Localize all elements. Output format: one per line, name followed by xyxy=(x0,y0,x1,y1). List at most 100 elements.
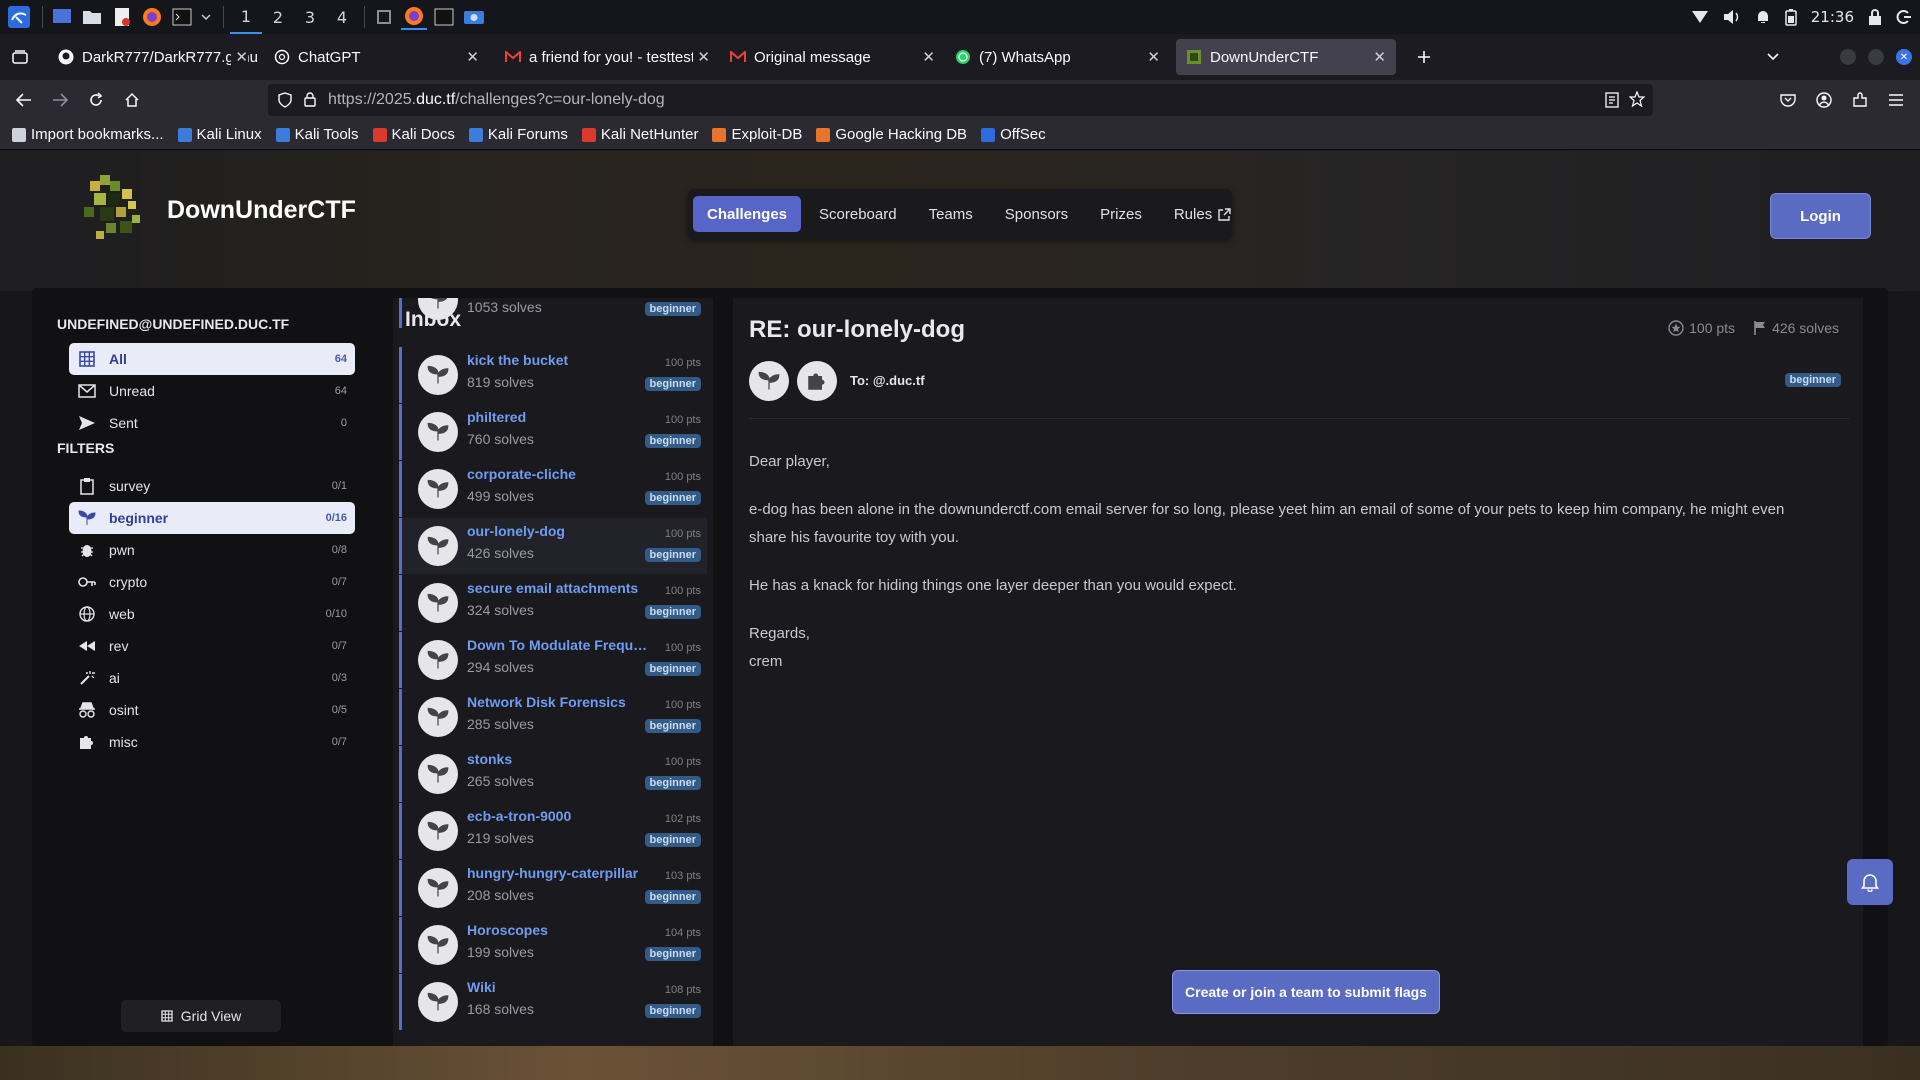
bookmark-item[interactable]: Kali Docs xyxy=(372,126,455,143)
show-desktop-icon[interactable] xyxy=(49,4,75,30)
battery-icon[interactable] xyxy=(1785,8,1797,26)
minimize-window-icon[interactable] xyxy=(1840,49,1856,65)
inbox-item[interactable]: philtered 760 solves 100 pts beginner xyxy=(399,404,707,460)
inbox-item[interactable]: Horoscopes 199 solves 104 pts beginner xyxy=(399,917,707,973)
inbox-item[interactable]: stonks 265 solves 100 pts beginner xyxy=(399,746,707,802)
filter-osint[interactable]: osint 0/5 xyxy=(69,694,355,726)
text-editor-icon[interactable] xyxy=(109,4,135,30)
window-square-icon[interactable] xyxy=(371,4,397,30)
close-tab-icon[interactable]: ✕ xyxy=(231,48,248,66)
nav-scoreboard[interactable]: Scoreboard xyxy=(805,196,911,232)
terminal-window-icon[interactable] xyxy=(431,4,457,30)
url-bar[interactable]: https://2025.duc.tf/challenges?c=our-lon… xyxy=(268,84,1653,116)
inbox-item[interactable]: Network Disk Forensics 285 solves 100 pts b… xyxy=(399,689,707,745)
volume-icon[interactable] xyxy=(1723,9,1741,25)
inbox-item[interactable]: ecb-a-tron-9000 219 solves 102 pts beginner xyxy=(399,803,707,859)
close-tab-icon[interactable]: ✕ xyxy=(922,48,935,66)
bookmark-item[interactable]: Import bookmarks... xyxy=(12,126,164,143)
kali-menu-icon[interactable] xyxy=(6,4,32,30)
filter-web[interactable]: web 0/10 xyxy=(69,598,355,630)
mailbox-unread[interactable]: Unread 64 xyxy=(69,375,355,407)
filter-survey[interactable]: survey 0/1 xyxy=(69,470,355,502)
tab-gmail-original[interactable]: Original message ✕ xyxy=(720,39,945,75)
screenshot-tool-icon[interactable] xyxy=(461,4,487,30)
notification-button[interactable] xyxy=(1847,859,1893,905)
inbox-item[interactable]: 1053 solves beginner xyxy=(399,298,707,328)
tab-gmail-friend[interactable]: a friend for you! - testtest ✕ xyxy=(495,39,720,75)
close-tab-icon[interactable]: ✕ xyxy=(466,48,479,66)
site-title[interactable]: DownUnderCTF xyxy=(167,196,356,225)
logout-icon[interactable] xyxy=(1896,9,1912,25)
nav-challenges[interactable]: Challenges xyxy=(693,196,802,232)
notification-bell-icon[interactable] xyxy=(1755,9,1771,25)
nav-teams[interactable]: Teams xyxy=(915,196,987,232)
send-icon xyxy=(77,413,97,433)
inbox-item[interactable]: secure email attachments 324 solves 100 pt… xyxy=(399,575,707,631)
nav-sponsors[interactable]: Sponsors xyxy=(991,196,1082,232)
lock-screen-icon[interactable] xyxy=(1868,9,1882,25)
login-button[interactable]: Login xyxy=(1770,193,1871,239)
firefox-window-icon[interactable] xyxy=(401,4,427,30)
tab-github[interactable]: DarkR777/DarkR777.githu ✕ xyxy=(48,39,258,75)
inbox-item[interactable]: kick the bucket 819 solves 100 pts beginner xyxy=(399,347,707,403)
clock[interactable]: 21:36 xyxy=(1811,8,1854,26)
mailbox-sent[interactable]: Sent 0 xyxy=(69,407,355,439)
bookmark-item[interactable]: Kali Tools xyxy=(275,126,359,143)
bookmark-star-icon[interactable] xyxy=(1629,91,1645,107)
lock-icon[interactable] xyxy=(304,92,316,107)
grid-view-button[interactable]: Grid View xyxy=(121,1000,281,1032)
nav-prizes[interactable]: Prizes xyxy=(1086,196,1156,232)
workspace-3[interactable]: 3 xyxy=(294,0,326,34)
reader-view-icon[interactable] xyxy=(1605,92,1619,108)
filter-rev[interactable]: rev 0/7 xyxy=(69,630,355,662)
ductf-logo[interactable] xyxy=(70,171,160,251)
inbox-item[interactable]: hungry-hungry-caterpillar 208 solves 103 p… xyxy=(399,860,707,916)
mailbox-all[interactable]: All 64 xyxy=(69,343,355,375)
inbox-item[interactable]: our-lonely-dog 426 solves 100 pts beginner xyxy=(399,518,707,574)
bookmark-item[interactable]: Exploit-DB xyxy=(712,126,802,143)
inbox-item[interactable]: Wiki 168 solves 108 pts beginner xyxy=(399,974,707,1030)
workspace-2[interactable]: 2 xyxy=(262,0,294,34)
network-icon[interactable] xyxy=(1691,10,1709,24)
workspace-1[interactable]: 1 xyxy=(230,0,262,34)
bookmark-item[interactable]: Kali Linux xyxy=(177,126,262,143)
filter-misc[interactable]: misc 0/7 xyxy=(69,726,355,758)
bookmark-item[interactable]: OffSec xyxy=(981,126,1046,143)
bookmark-item[interactable]: Kali Forums xyxy=(468,126,568,143)
filter-crypto[interactable]: crypto 0/7 xyxy=(69,566,355,598)
account-icon[interactable] xyxy=(1806,84,1842,116)
chevron-down-icon[interactable] xyxy=(199,4,213,30)
close-window-icon[interactable]: ✕ xyxy=(1896,49,1912,65)
submit-flag-button[interactable]: Create or join a team to submit flags xyxy=(1172,970,1440,1014)
filter-pwn[interactable]: pwn 0/8 xyxy=(69,534,355,566)
inbox-item[interactable]: corporate-cliche 499 solves 100 pts beginne… xyxy=(399,461,707,517)
forward-icon[interactable] xyxy=(42,84,78,116)
filter-beginner[interactable]: beginner 0/16 xyxy=(69,502,355,534)
filter-ai[interactable]: ai 0/3 xyxy=(69,662,355,694)
bookmark-item[interactable]: Kali NetHunter xyxy=(581,126,698,143)
home-icon[interactable] xyxy=(114,84,150,116)
reload-icon[interactable] xyxy=(78,84,114,116)
extensions-icon[interactable] xyxy=(1842,84,1878,116)
tab-whatsapp[interactable]: (7) WhatsApp ✕ xyxy=(945,39,1170,75)
tracking-protection-icon[interactable] xyxy=(278,92,292,108)
close-tab-icon[interactable]: ✕ xyxy=(1147,48,1160,66)
maximize-window-icon[interactable] xyxy=(1868,49,1884,65)
workspace-4[interactable]: 4 xyxy=(326,0,358,34)
terminal-launcher-icon[interactable] xyxy=(169,4,195,30)
firefox-launcher-icon[interactable] xyxy=(139,4,165,30)
list-all-tabs-icon[interactable] xyxy=(1755,41,1791,73)
tab-downunderctf[interactable]: DownUnderCTF ✕ xyxy=(1176,39,1396,75)
close-tab-icon[interactable]: ✕ xyxy=(1373,48,1386,66)
bookmark-item[interactable]: Google Hacking DB xyxy=(816,126,967,143)
file-manager-icon[interactable] xyxy=(79,4,105,30)
save-to-pocket-icon[interactable] xyxy=(1770,84,1806,116)
tab-overview-icon[interactable] xyxy=(0,41,40,73)
new-tab-icon[interactable] xyxy=(1406,41,1442,73)
tab-chatgpt[interactable]: ChatGPT ✕ xyxy=(264,39,489,75)
close-tab-icon[interactable]: ✕ xyxy=(693,48,710,66)
nav-rules[interactable]: Rules xyxy=(1160,196,1245,232)
back-icon[interactable] xyxy=(6,84,42,116)
app-menu-icon[interactable] xyxy=(1878,84,1914,116)
inbox-item[interactable]: Down To Modulate Freque... 294 solves 100 … xyxy=(399,632,707,688)
